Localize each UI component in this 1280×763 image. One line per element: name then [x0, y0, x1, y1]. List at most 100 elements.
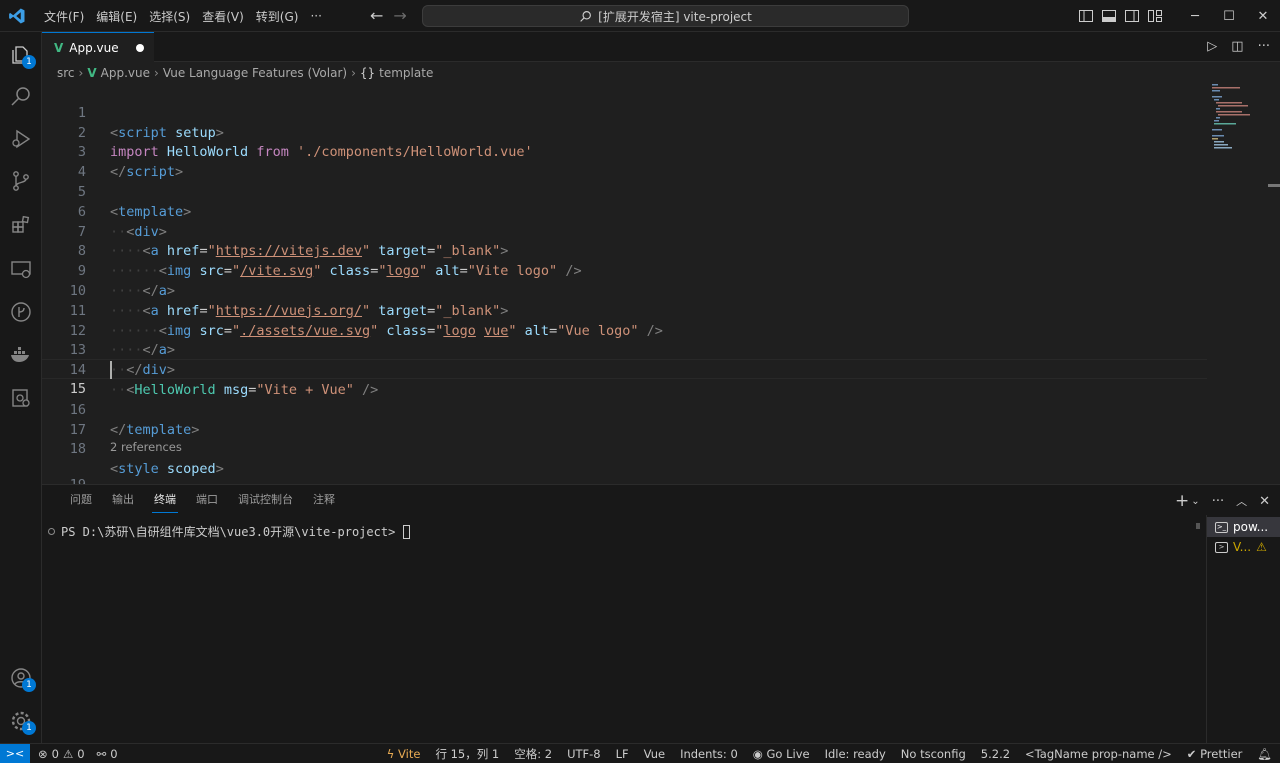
terminal-item-vite[interactable]: > V... ⚠ — [1207, 537, 1280, 557]
accounts-icon[interactable]: 1 — [0, 657, 42, 699]
ports-icon[interactable]: ⚯ — [97, 747, 107, 761]
navigation-arrows: ← → — [370, 7, 407, 25]
git-graph-icon[interactable] — [0, 291, 42, 333]
activity-bar: 1 1 1 — [0, 32, 42, 743]
terminal-item-label: V... — [1233, 540, 1252, 554]
testing-icon[interactable] — [0, 377, 42, 419]
menu-view[interactable]: 查看(V) — [196, 8, 250, 25]
tab-app-vue[interactable]: V App.vue — [42, 32, 154, 62]
minimize-icon[interactable]: ─ — [1178, 0, 1212, 32]
tagname-style[interactable]: <TagName prop-name /> — [1025, 747, 1172, 761]
typescript-version[interactable]: 5.2.2 — [981, 747, 1010, 761]
idle-status[interactable]: Idle: ready — [825, 747, 886, 761]
search-icon[interactable] — [0, 76, 42, 118]
manage-gear-icon[interactable]: 1 — [0, 700, 42, 742]
bottom-panel: 问题 输出 终端 端口 调试控制台 注释 + ⌄ ··· ︿ ✕ PS D:\苏… — [42, 484, 1280, 744]
toggle-secondary-sidebar-icon[interactable] — [1121, 0, 1143, 32]
back-arrow-icon[interactable]: ← — [370, 7, 383, 25]
breadcrumb: src › V App.vue › Vue Language Features … — [42, 62, 1280, 84]
chevron-right-icon: › — [78, 66, 84, 80]
error-icon[interactable]: ⊗ — [38, 747, 48, 761]
menu-selection[interactable]: 选择(S) — [143, 8, 196, 25]
menu-go[interactable]: 转到(G) — [250, 8, 305, 25]
command-center-label: [扩展开发宿主] vite-project — [598, 9, 752, 24]
minimap[interactable] — [1208, 84, 1280, 484]
explorer-icon[interactable]: 1 — [0, 34, 42, 76]
maximize-icon[interactable]: ☐ — [1212, 0, 1246, 32]
close-icon[interactable]: ✕ — [1246, 0, 1280, 32]
tab-terminal[interactable]: 终端 — [144, 485, 186, 515]
terminal-output[interactable]: PS D:\苏研\自研组件库文档\vue3.0开源\vite-project> — [48, 523, 411, 540]
maximize-panel-icon[interactable]: ︿ — [1236, 493, 1247, 509]
docker-icon[interactable] — [0, 334, 42, 376]
code-line: 10 ····<a href="https://vuejs.org/" targ… — [42, 262, 1207, 319]
error-count[interactable]: 0 — [52, 747, 59, 761]
language-mode[interactable]: Vue — [644, 747, 665, 761]
close-panel-icon[interactable]: ✕ — [1259, 494, 1270, 509]
code-line: 18 <style scoped> — [42, 421, 1207, 477]
tab-output[interactable]: 输出 — [102, 485, 144, 515]
forward-arrow-icon[interactable]: → — [393, 7, 406, 25]
indents-status[interactable]: Indents: 0 — [680, 747, 738, 761]
end-of-line[interactable]: LF — [616, 747, 629, 761]
code-line: 1 <script setup> — [42, 84, 1207, 141]
codelens-references[interactable]: 2 references — [110, 440, 182, 454]
terminal-icon: >_ — [1215, 521, 1228, 533]
menu-more[interactable]: ··· — [304, 9, 327, 23]
source-control-icon[interactable] — [0, 160, 42, 202]
breadcrumb-symbol[interactable]: template — [379, 66, 433, 80]
tab-comments[interactable]: 注释 — [303, 485, 345, 515]
toggle-primary-sidebar-icon[interactable] — [1075, 0, 1097, 32]
menu-edit[interactable]: 编辑(E) — [90, 8, 143, 25]
tab-problems[interactable]: 问题 — [60, 485, 102, 515]
breadcrumb-language[interactable]: Vue Language Features (Volar) — [163, 66, 347, 80]
code-editor[interactable]: 1 <script setup> 2 import HelloWorld fro… — [42, 84, 1280, 484]
status-bar: >< ⊗ 0 ⚠ 0 ⚯ 0 ϟ Vite 行 15，列 1 空格: 2 UTF… — [0, 743, 1280, 763]
remote-indicator-icon[interactable]: >< — [0, 743, 30, 763]
menu-file[interactable]: 文件(F) — [38, 8, 90, 25]
terminal-item-powershell[interactable]: >_ pow... — [1207, 517, 1280, 537]
file-encoding[interactable]: UTF-8 — [567, 747, 601, 761]
cursor-position[interactable]: 行 15，列 1 — [435, 746, 499, 762]
go-live-button[interactable]: ◉ Go Live — [753, 747, 810, 761]
warning-count[interactable]: 0 — [77, 747, 84, 761]
code-line: 13 ··</div> — [42, 322, 1207, 378]
unsaved-dot-icon[interactable] — [136, 44, 144, 52]
vite-status[interactable]: ϟ Vite — [387, 747, 421, 761]
chevron-right-icon: › — [154, 66, 159, 80]
code-line: 11 ······<img src="./assets/vue.svg" cla… — [42, 282, 1207, 339]
tsconfig-status[interactable]: No tsconfig — [901, 747, 966, 761]
toggle-panel-icon[interactable] — [1098, 0, 1120, 32]
editor-actions: ▷ ◫ ··· — [1207, 39, 1270, 54]
menu-bar: 文件(F) 编辑(E) 选择(S) 查看(V) 转到(G) ··· — [38, 0, 328, 32]
customize-layout-icon[interactable] — [1144, 0, 1166, 32]
code-line: 8 ······<img src="/vite.svg" class="logo… — [42, 223, 1207, 279]
extensions-icon[interactable] — [0, 204, 42, 246]
remote-explorer-icon[interactable] — [0, 248, 42, 290]
run-and-debug-icon[interactable] — [0, 118, 42, 160]
indentation[interactable]: 空格: 2 — [514, 746, 552, 762]
code-line: 12 ····</a> — [42, 302, 1207, 359]
warning-icon[interactable]: ⚠ — [63, 747, 73, 761]
status-left: ⊗ 0 ⚠ 0 ⚯ 0 — [30, 747, 118, 761]
tab-debug-console[interactable]: 调试控制台 — [228, 485, 303, 515]
breadcrumb-folder[interactable]: src — [57, 66, 75, 80]
new-terminal-icon[interactable]: + — [1175, 491, 1189, 511]
code-line: 7 ····<a href="https://vitejs.dev" targe… — [42, 203, 1207, 260]
terminal-scrollbar[interactable] — [1196, 523, 1200, 529]
run-icon[interactable]: ▷ — [1207, 39, 1217, 54]
tab-ports[interactable]: 端口 — [186, 485, 228, 515]
prettier-status[interactable]: ✔ Prettier — [1187, 747, 1243, 761]
code-line: 2 import HelloWorld from './components/H… — [42, 104, 1207, 161]
more-actions-icon[interactable]: ··· — [1258, 39, 1270, 54]
breadcrumb-file[interactable]: App.vue — [101, 66, 150, 80]
split-editor-icon[interactable]: ◫ — [1231, 39, 1243, 54]
notifications-bell-icon[interactable]: 🔔︎ — [1257, 747, 1272, 761]
code-line: 3 </script> — [42, 124, 1207, 180]
chevron-down-icon[interactable]: ⌄ — [1191, 496, 1199, 507]
more-actions-icon[interactable]: ··· — [1212, 494, 1224, 509]
panel-tabs: 问题 输出 终端 端口 调试控制台 注释 — [42, 485, 345, 515]
command-center[interactable]: [扩展开发宿主] vite-project — [422, 5, 909, 27]
ports-count[interactable]: 0 — [110, 747, 117, 761]
scrollbar-thumb[interactable] — [1268, 184, 1280, 187]
